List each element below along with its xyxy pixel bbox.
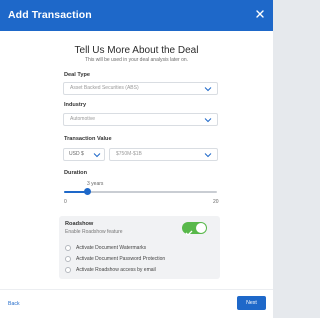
duration-label: Duration <box>64 170 87 176</box>
chevron-down-icon <box>204 116 212 124</box>
amount-value: $750M-$1B <box>116 151 142 157</box>
duration-value: 3 years <box>87 181 104 187</box>
option-label: Activate Roadshow access by email <box>76 267 156 273</box>
roadshow-option-watermarks[interactable]: Activate Document Watermarks <box>65 244 146 252</box>
roadshow-toggle[interactable] <box>182 222 207 236</box>
currency-select[interactable]: USD $ <box>63 148 105 161</box>
add-transaction-dialog: Add Transaction Tell Us More About the D… <box>0 0 273 318</box>
amount-select[interactable]: $750M-$1B <box>109 148 218 161</box>
close-icon[interactable] <box>254 8 266 20</box>
chevron-down-icon <box>204 151 212 159</box>
deal-type-select[interactable]: Asset Backed Securities (ABS) <box>63 82 218 95</box>
roadshow-option-email-access[interactable]: Activate Roadshow access by email <box>65 266 156 274</box>
roadshow-subtitle: Enable Roadshow feature <box>65 229 123 235</box>
toggle-knob <box>196 223 206 233</box>
duration-max-label: 20 <box>213 199 219 205</box>
radio-button[interactable] <box>65 256 71 262</box>
industry-label: Industry <box>64 102 87 108</box>
roadshow-option-password[interactable]: Activate Document Password Protection <box>65 255 165 263</box>
currency-value: USD $ <box>69 151 84 157</box>
dialog-title: Add Transaction <box>8 9 92 21</box>
transaction-value-label: Transaction Value <box>64 136 112 142</box>
form-subline: This will be used in your deal analysis … <box>84 57 189 63</box>
chevron-down-icon <box>204 85 212 93</box>
duration-slider[interactable] <box>64 188 217 195</box>
chevron-down-icon <box>93 151 101 159</box>
check-icon <box>185 224 193 236</box>
duration-slider-thumb[interactable] <box>83 188 91 195</box>
industry-select[interactable]: Automotive <box>63 113 218 126</box>
duration-min-label: 0 <box>64 199 67 205</box>
roadshow-panel: Roadshow Enable Roadshow feature Activat… <box>59 216 220 279</box>
form-headline: Tell Us More About the Deal <box>74 45 199 56</box>
next-button[interactable]: Next <box>237 296 266 310</box>
radio-button[interactable] <box>65 245 71 251</box>
option-label: Activate Document Watermarks <box>76 245 147 251</box>
back-button[interactable]: Back <box>8 301 20 307</box>
option-label: Activate Document Password Protection <box>76 256 166 262</box>
dialog-header: Add Transaction <box>0 0 273 31</box>
roadshow-title: Roadshow <box>65 221 94 227</box>
deal-type-value: Asset Backed Securities (ABS) <box>70 85 139 91</box>
deal-type-label: Deal Type <box>64 72 91 78</box>
radio-button[interactable] <box>65 267 71 273</box>
footer-divider <box>0 289 273 290</box>
industry-value: Automotive <box>70 116 96 122</box>
